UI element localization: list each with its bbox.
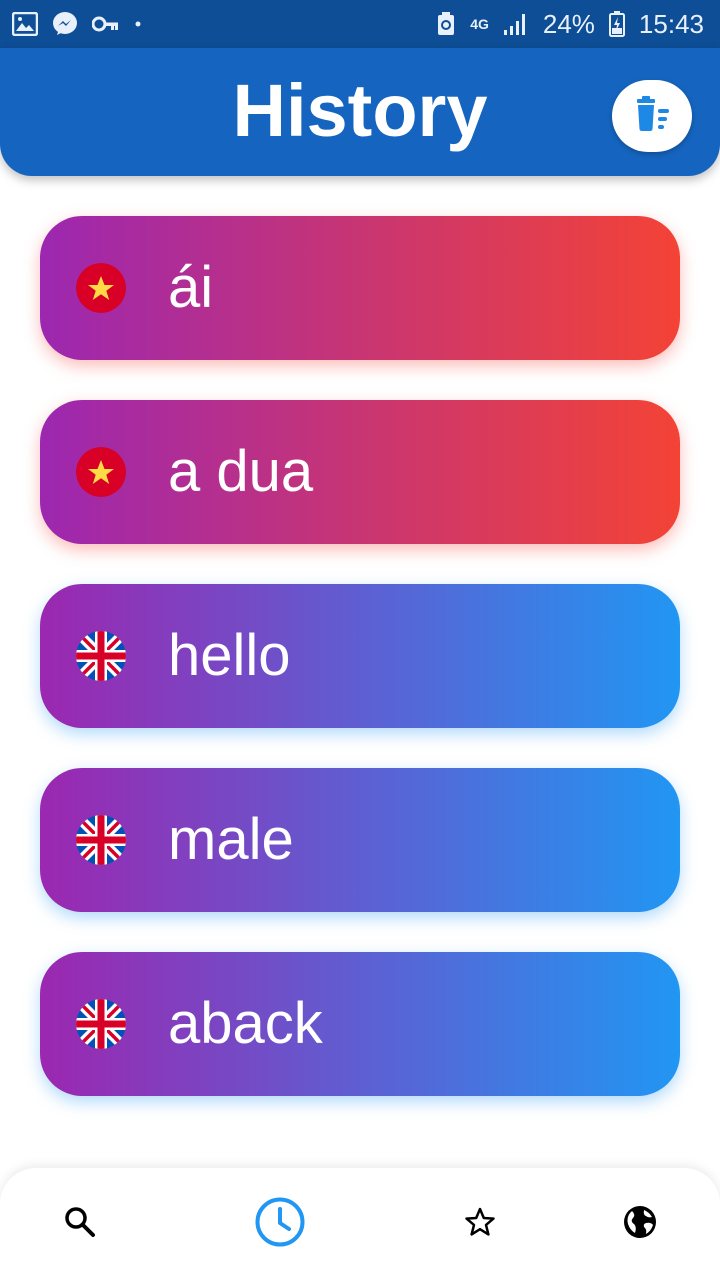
- history-word: aback: [168, 991, 323, 1056]
- globe-icon: [622, 1204, 658, 1245]
- history-item[interactable]: ái: [40, 216, 680, 360]
- history-item[interactable]: a dua: [40, 400, 680, 544]
- status-bar: 4G 24% 15:43: [0, 0, 720, 48]
- history-item[interactable]: aback: [40, 952, 680, 1096]
- recycle-icon: [436, 11, 456, 37]
- status-bar-right: 4G 24% 15:43: [436, 9, 704, 40]
- history-word: ái: [168, 255, 214, 320]
- uk-flag-icon: [76, 999, 126, 1049]
- network-type: 4G: [470, 17, 489, 31]
- signal-icon: [503, 12, 529, 36]
- battery-percent: 24%: [542, 8, 595, 39]
- nav-translate[interactable]: [580, 1168, 700, 1280]
- history-list: ái a dua hello male aback: [40, 216, 680, 1136]
- clock-time: 15:43: [638, 8, 704, 39]
- history-icon: [254, 1196, 306, 1253]
- delete-list-icon: [631, 93, 673, 140]
- uk-flag-icon: [76, 815, 126, 865]
- gallery-icon: [12, 12, 38, 36]
- network-label: 4G: [470, 16, 489, 32]
- key-icon: [92, 15, 120, 33]
- uk-flag-icon: [76, 631, 126, 681]
- nav-search[interactable]: [20, 1168, 140, 1280]
- search-icon: [63, 1205, 97, 1244]
- bottom-nav: [0, 1168, 720, 1280]
- history-item[interactable]: male: [40, 768, 680, 912]
- clear-history-button[interactable]: [612, 80, 692, 152]
- history-item[interactable]: hello: [40, 584, 680, 728]
- history-word: hello: [168, 623, 291, 688]
- nav-history[interactable]: [220, 1168, 340, 1280]
- nav-favorites[interactable]: [420, 1168, 540, 1280]
- dot-icon: [134, 20, 142, 28]
- battery-icon: [608, 11, 625, 37]
- messenger-icon: [52, 11, 78, 37]
- vietnam-flag-icon: [76, 447, 126, 497]
- status-bar-left: [12, 11, 142, 37]
- app-bar: History: [0, 48, 720, 176]
- vietnam-flag-icon: [76, 263, 126, 313]
- history-word: a dua: [168, 439, 314, 504]
- history-word: male: [168, 807, 294, 872]
- favorites-icon: [464, 1206, 496, 1243]
